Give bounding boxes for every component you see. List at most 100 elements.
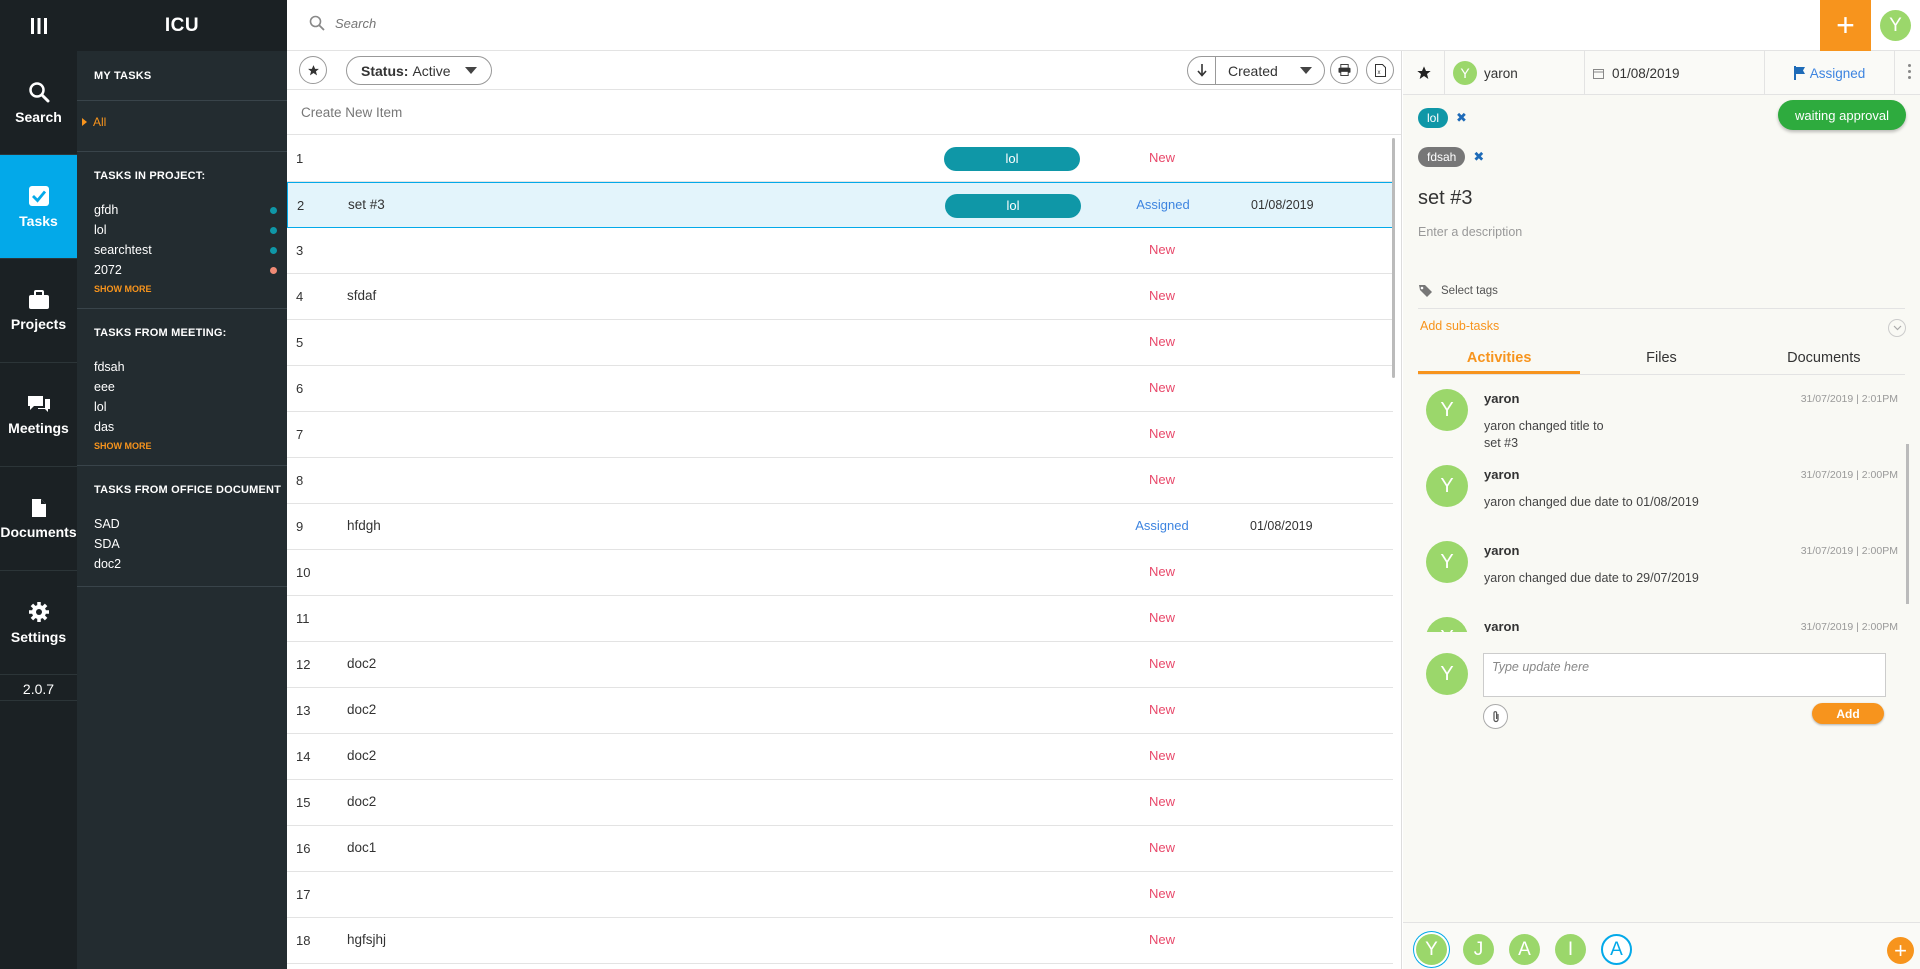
nav-tasks[interactable]: Tasks bbox=[0, 155, 77, 259]
sidebar-item[interactable]: gfdh bbox=[94, 200, 287, 220]
list-scrollbar[interactable] bbox=[1392, 138, 1395, 378]
table-row[interactable]: 12 doc2 New bbox=[287, 642, 1393, 688]
description-field[interactable]: Enter a description bbox=[1418, 225, 1522, 239]
export-excel-button[interactable]: x bbox=[1366, 56, 1394, 84]
more-options-icon[interactable] bbox=[1908, 64, 1911, 79]
table-row[interactable]: 16 doc1 New bbox=[287, 826, 1393, 872]
sidebar-item[interactable]: eee bbox=[94, 377, 287, 397]
search-box[interactable] bbox=[309, 15, 935, 31]
row-status[interactable]: New bbox=[1117, 794, 1207, 809]
remove-tag-icon[interactable]: ✖ bbox=[1456, 110, 1467, 126]
row-status[interactable]: New bbox=[1117, 426, 1207, 441]
row-status[interactable]: Assigned bbox=[1117, 518, 1207, 533]
watcher-avatar[interactable]: A bbox=[1509, 934, 1540, 965]
row-number: 8 bbox=[296, 473, 304, 488]
row-status[interactable]: New bbox=[1117, 472, 1207, 487]
attach-file-button[interactable] bbox=[1483, 704, 1508, 729]
row-status[interactable]: New bbox=[1117, 748, 1207, 763]
tab-activities[interactable]: Activities bbox=[1418, 350, 1581, 374]
due-date-picker[interactable]: 01/08/2019 bbox=[1585, 51, 1765, 95]
update-input[interactable]: Type update here bbox=[1483, 653, 1886, 697]
sidebar-item[interactable]: SDA bbox=[94, 534, 287, 554]
watcher-avatar[interactable]: Y bbox=[1416, 934, 1447, 965]
table-row[interactable]: 6 New bbox=[287, 366, 1393, 412]
nav-search[interactable]: Search bbox=[0, 51, 77, 155]
sidebar-item[interactable]: lol bbox=[94, 397, 287, 417]
show-more-link[interactable]: SHOW MORE bbox=[94, 437, 287, 465]
assignee-selector[interactable]: Y yaron bbox=[1445, 51, 1585, 95]
row-status[interactable]: New bbox=[1117, 656, 1207, 671]
user-avatar[interactable]: Y bbox=[1880, 10, 1911, 41]
row-status[interactable]: New bbox=[1117, 150, 1207, 165]
row-status[interactable]: New bbox=[1117, 380, 1207, 395]
add-button[interactable]: + bbox=[1820, 0, 1871, 51]
status-selector[interactable]: Assigned bbox=[1765, 51, 1895, 95]
row-status[interactable]: New bbox=[1117, 610, 1207, 625]
row-tag[interactable]: lol bbox=[945, 194, 1081, 218]
table-row[interactable]: 2 set #3 lol Assigned 01/08/2019 bbox=[287, 182, 1393, 228]
row-tag[interactable]: lol bbox=[944, 147, 1080, 171]
print-button[interactable] bbox=[1330, 56, 1358, 84]
sidebar-item[interactable]: lol bbox=[94, 220, 287, 240]
table-row[interactable]: 17 New bbox=[287, 872, 1393, 918]
task-title[interactable]: set #3 bbox=[1418, 187, 1472, 210]
tab-files[interactable]: Files bbox=[1580, 350, 1742, 374]
row-status[interactable]: New bbox=[1117, 886, 1207, 901]
nav-documents[interactable]: Documents bbox=[0, 467, 77, 571]
table-row[interactable]: 15 doc2 New bbox=[287, 780, 1393, 826]
remove-tag-icon[interactable]: ✖ bbox=[1473, 149, 1484, 165]
nav-projects[interactable]: Projects bbox=[0, 259, 77, 363]
table-row[interactable]: 3 New bbox=[287, 228, 1393, 274]
chevron-down-icon[interactable] bbox=[1888, 319, 1906, 337]
create-new-item[interactable]: Create New Item bbox=[287, 90, 1401, 135]
nav-meetings[interactable]: Meetings bbox=[0, 363, 77, 467]
add-subtasks-link[interactable]: Add sub-tasks bbox=[1420, 319, 1499, 333]
sidebar-item[interactable]: 2072 bbox=[94, 260, 287, 280]
table-row[interactable]: 18 hgfsjhj New bbox=[287, 918, 1393, 964]
activity-scrollbar[interactable] bbox=[1906, 444, 1909, 604]
table-row[interactable]: 4 sfdaf New bbox=[287, 274, 1393, 320]
show-more-link[interactable]: SHOW MORE bbox=[94, 280, 287, 308]
table-row[interactable]: 11 New bbox=[287, 596, 1393, 642]
select-tags-field[interactable]: Select tags bbox=[1418, 284, 1498, 298]
add-update-button[interactable]: Add bbox=[1812, 703, 1884, 724]
table-row[interactable]: 14 doc2 New bbox=[287, 734, 1393, 780]
tab-documents[interactable]: Documents bbox=[1743, 350, 1905, 374]
sidebar-item[interactable]: das bbox=[94, 417, 287, 437]
waiting-approval-button[interactable]: waiting approval bbox=[1778, 100, 1906, 130]
watcher-avatar[interactable]: A bbox=[1601, 934, 1632, 965]
favorite-toggle[interactable] bbox=[1403, 51, 1445, 95]
search-input[interactable] bbox=[335, 15, 935, 31]
table-row[interactable]: 8 New bbox=[287, 458, 1393, 504]
sidebar-item[interactable]: SAD bbox=[94, 514, 287, 534]
table-row[interactable]: 9 hfdgh Assigned 01/08/2019 bbox=[287, 504, 1393, 550]
sort-field-dropdown[interactable]: Created bbox=[1216, 63, 1324, 79]
row-status[interactable]: New bbox=[1117, 242, 1207, 257]
menu-icon[interactable] bbox=[0, 0, 77, 51]
sidebar-item[interactable]: fdsah bbox=[94, 357, 287, 377]
row-status[interactable]: New bbox=[1117, 334, 1207, 349]
watcher-avatar[interactable]: I bbox=[1555, 934, 1586, 965]
watcher-avatar[interactable]: J bbox=[1463, 934, 1494, 965]
table-row[interactable]: 5 New bbox=[287, 320, 1393, 366]
table-row[interactable]: 1 lol New bbox=[287, 136, 1393, 182]
add-watcher-button[interactable]: + bbox=[1887, 937, 1914, 964]
row-status[interactable]: New bbox=[1117, 564, 1207, 579]
table-row[interactable]: 13 doc2 New bbox=[287, 688, 1393, 734]
sidebar-item[interactable]: doc2 bbox=[94, 554, 287, 574]
activity-author: yaron bbox=[1484, 391, 1520, 406]
row-status[interactable]: Assigned bbox=[1118, 197, 1208, 212]
row-status[interactable]: New bbox=[1117, 932, 1207, 947]
table-row[interactable]: 7 New bbox=[287, 412, 1393, 458]
status-filter-dropdown[interactable]: Status: Active bbox=[346, 56, 492, 85]
detail-header: Y yaron 01/08/2019 Assigned bbox=[1403, 51, 1920, 95]
sort-direction-button[interactable] bbox=[1188, 57, 1216, 84]
table-row[interactable]: 10 New bbox=[287, 550, 1393, 596]
row-status[interactable]: New bbox=[1117, 702, 1207, 717]
row-status[interactable]: New bbox=[1117, 288, 1207, 303]
favorite-filter-button[interactable] bbox=[299, 56, 327, 84]
nav-settings[interactable]: Settings bbox=[0, 571, 77, 675]
sidebar-item-all[interactable]: All bbox=[82, 101, 287, 143]
row-status[interactable]: New bbox=[1117, 840, 1207, 855]
sidebar-item[interactable]: searchtest bbox=[94, 240, 287, 260]
